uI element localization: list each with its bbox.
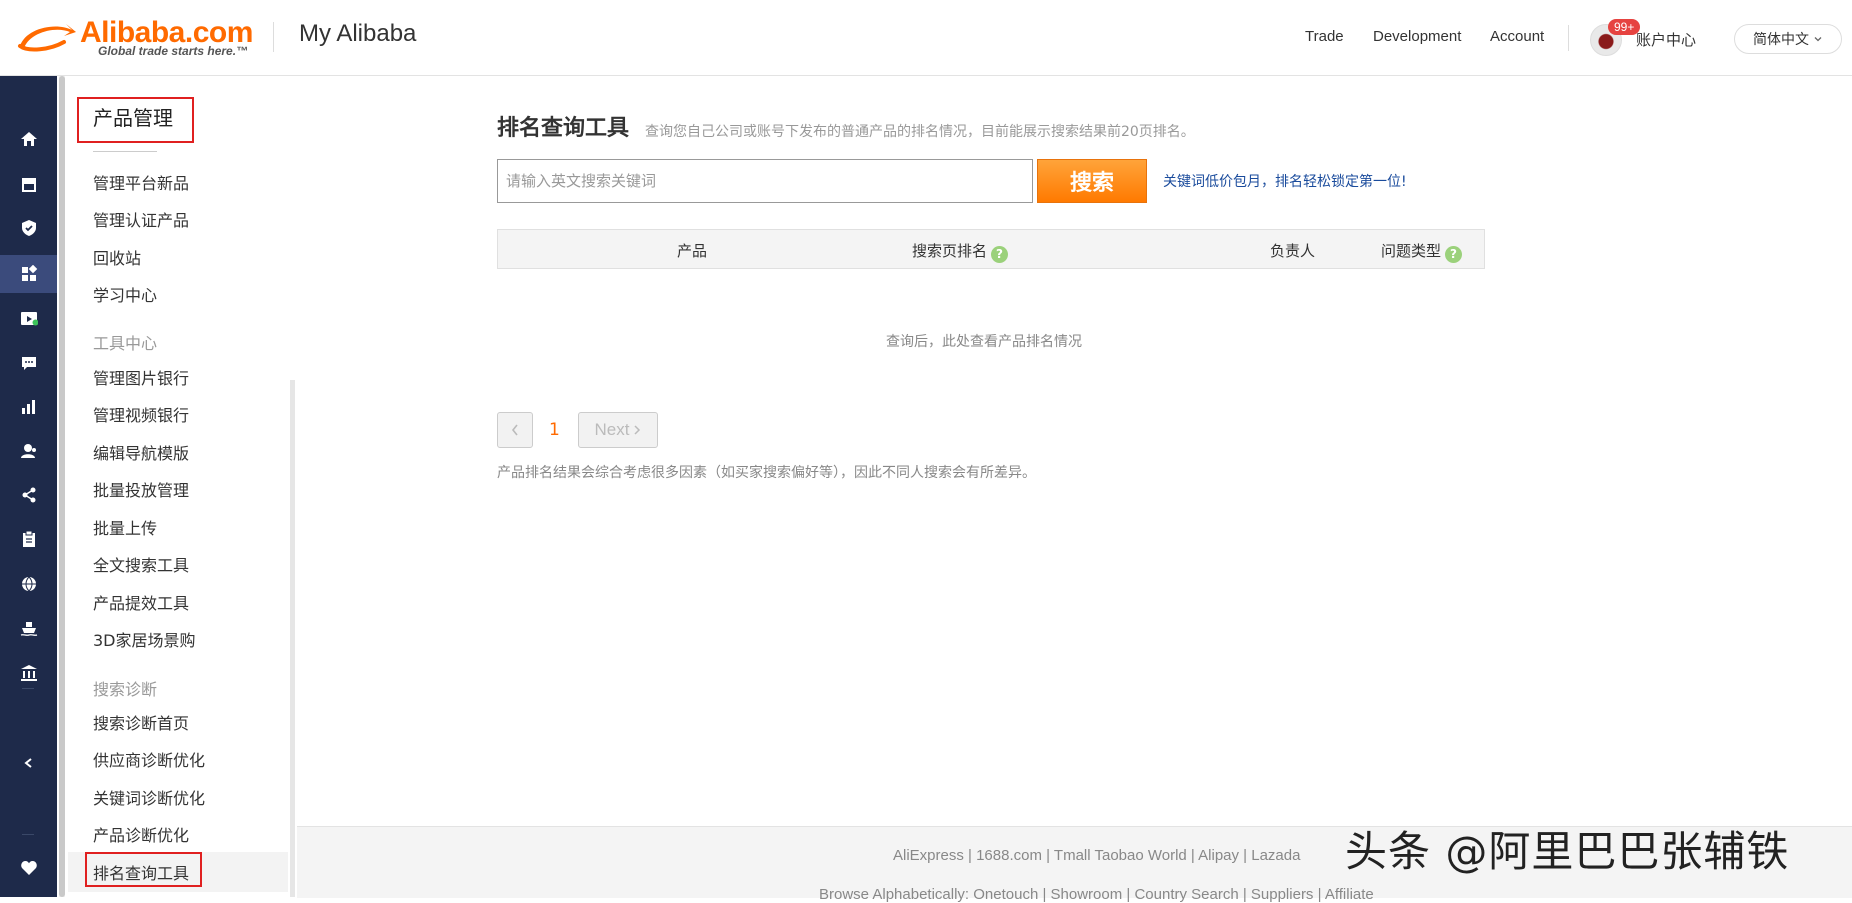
column-product: 产品 bbox=[677, 242, 708, 260]
ship-icon[interactable] bbox=[0, 609, 57, 647]
sidebar-item-product-diagnosis[interactable]: 产品诊断优化 bbox=[93, 822, 189, 846]
nav-trade[interactable]: Trade bbox=[1305, 28, 1344, 45]
account-center-link[interactable]: 账户中心 bbox=[1636, 29, 1696, 50]
alibaba-logo[interactable]: Alibaba.com Global trade starts here.™ bbox=[16, 14, 256, 60]
sidebar-scrollbar[interactable] bbox=[290, 380, 295, 897]
sidebar-title-rule bbox=[93, 151, 157, 152]
sidebar-title: 产品管理 bbox=[77, 97, 194, 143]
sidebar-item-supplier-diagnosis[interactable]: 供应商诊断优化 bbox=[93, 747, 205, 771]
header-divider bbox=[273, 22, 274, 52]
sidebar-group-search-diagnosis: 搜索诊断 bbox=[93, 680, 158, 699]
sidebar-item-fulltext-search[interactable]: 全文搜索工具 bbox=[93, 552, 189, 576]
ranking-note: 产品排名结果会综合考虑很多因素（如买家搜索偏好等），因此不同人搜索会有所差异。 bbox=[497, 465, 1036, 481]
chevron-right-icon bbox=[634, 425, 641, 435]
help-icon[interactable]: ? bbox=[1445, 246, 1463, 263]
sidebar-item-video-bank[interactable]: 管理视频银行 bbox=[93, 402, 189, 426]
sidebar-item-recycle-bin[interactable]: 回收站 bbox=[93, 245, 141, 269]
nav-development[interactable]: Development bbox=[1373, 28, 1461, 45]
sidebar-item-efficiency-tool[interactable]: 产品提效工具 bbox=[93, 590, 189, 614]
sidebar-item-image-bank[interactable]: 管理图片银行 bbox=[93, 365, 189, 389]
rail-scrollbar-thumb[interactable] bbox=[59, 76, 65, 897]
promo-link[interactable]: 关键词低价包月，排名轻松锁定第一位! bbox=[1163, 171, 1407, 191]
search-button[interactable]: 搜索 bbox=[1037, 159, 1147, 203]
sidebar-item-learning-center[interactable]: 学习中心 bbox=[93, 282, 157, 306]
column-rank: 搜索页排名? bbox=[912, 240, 1009, 263]
chevron-down-icon bbox=[1814, 37, 1822, 42]
pagination-prev-button[interactable] bbox=[497, 412, 533, 448]
apps-icon[interactable] bbox=[0, 255, 57, 293]
store-icon[interactable] bbox=[0, 165, 57, 203]
results-table-header: 产品 搜索页排名? 负责人 问题类型? bbox=[497, 229, 1485, 269]
watermark: 头条 @阿里巴巴张辅铁 bbox=[1345, 827, 1790, 876]
column-issue-type: 问题类型? bbox=[1381, 240, 1463, 263]
top-header: Alibaba.com Global trade starts here.™ M… bbox=[0, 0, 1852, 76]
collapse-icon[interactable] bbox=[0, 744, 57, 782]
users-icon[interactable] bbox=[0, 432, 57, 470]
pagination-current-page[interactable]: 1 bbox=[549, 420, 560, 440]
network-icon[interactable] bbox=[0, 476, 57, 514]
footer-links-secondary[interactable]: Browse Alphabetically: Onetouch | Showro… bbox=[819, 886, 1374, 903]
sidebar-item-diagnosis-home[interactable]: 搜索诊断首页 bbox=[93, 710, 189, 734]
language-select[interactable]: 简体中文 bbox=[1734, 24, 1842, 54]
page-title: 排名查询工具 bbox=[497, 116, 630, 141]
sidebar-item-nav-template[interactable]: 编辑导航模版 bbox=[93, 440, 189, 464]
sidebar-item-batch-placement[interactable]: 批量投放管理 bbox=[93, 477, 189, 501]
column-owner: 负责人 bbox=[1270, 242, 1316, 260]
heart-icon[interactable] bbox=[0, 849, 57, 887]
message-icon[interactable] bbox=[0, 344, 57, 382]
page-brand-title[interactable]: My Alibaba bbox=[299, 20, 416, 48]
keyword-search-input[interactable]: 请输入英文搜索关键词 bbox=[497, 159, 1033, 203]
shield-icon[interactable] bbox=[0, 209, 57, 247]
rail-divider bbox=[22, 834, 34, 835]
nav-divider bbox=[1568, 25, 1569, 51]
logo-tagline: Global trade starts here.™ bbox=[98, 44, 249, 58]
home-icon[interactable] bbox=[0, 120, 57, 158]
language-label: 简体中文 bbox=[1753, 32, 1809, 48]
chevron-left-icon bbox=[511, 424, 518, 436]
bank-icon[interactable] bbox=[0, 654, 57, 692]
globe-icon[interactable] bbox=[0, 565, 57, 603]
help-icon[interactable]: ? bbox=[991, 246, 1009, 263]
footer-links[interactable]: AliExpress | 1688.com | Tmall Taobao Wor… bbox=[893, 847, 1300, 864]
page-description: 查询您自己公司或账号下发布的普通产品的排名情况，目前能展示搜索结果前20页排名。 bbox=[645, 124, 1195, 140]
sidebar-item-batch-upload[interactable]: 批量上传 bbox=[93, 515, 157, 539]
sidebar-item-manage-certified-products[interactable]: 管理认证产品 bbox=[93, 207, 189, 231]
pagination-next-label: Next bbox=[594, 420, 630, 439]
pagination-next-button[interactable]: Next bbox=[578, 412, 658, 448]
icon-rail bbox=[0, 76, 65, 897]
empty-state-text: 查询后，此处查看产品排名情况 bbox=[886, 334, 1082, 350]
nav-account[interactable]: Account bbox=[1490, 28, 1544, 45]
alibaba-smile-icon bbox=[18, 24, 76, 52]
clipboard-icon[interactable] bbox=[0, 520, 57, 558]
sidebar-item-keyword-diagnosis[interactable]: 关键词诊断优化 bbox=[93, 785, 205, 809]
video-icon[interactable] bbox=[0, 299, 57, 337]
sidebar-group-tools: 工具中心 bbox=[93, 334, 158, 353]
chart-icon[interactable] bbox=[0, 388, 57, 426]
sidebar-active-outline bbox=[85, 852, 202, 887]
rail-divider bbox=[22, 688, 34, 689]
sidebar-item-manage-new-products[interactable]: 管理平台新品 bbox=[93, 170, 189, 194]
sidebar-item-3d-home[interactable]: 3D家居场景购 bbox=[93, 627, 196, 651]
